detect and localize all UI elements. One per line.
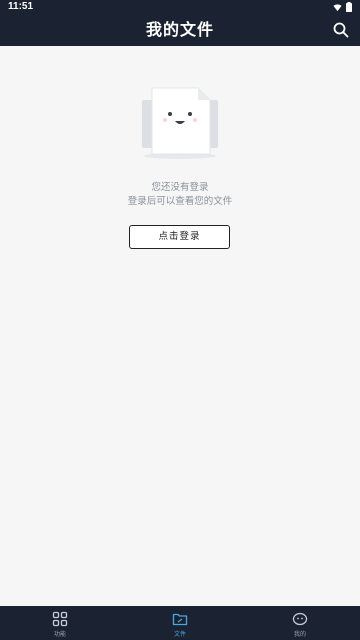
- battery-icon: [346, 2, 352, 12]
- grid-icon: [52, 611, 68, 627]
- wifi-icon: [333, 3, 342, 11]
- status-icons: [333, 2, 352, 12]
- app-bar: 我的文件: [0, 14, 360, 46]
- main-content: 您还没有登录 登录后可以查看您的文件 点击登录: [0, 46, 360, 606]
- status-bar: 11:51: [0, 0, 360, 14]
- profile-face-icon: [292, 612, 308, 626]
- empty-state-subtitle: 登录后可以查看您的文件: [127, 196, 233, 207]
- search-button[interactable]: [332, 21, 350, 39]
- status-time: 11:51: [8, 1, 34, 12]
- bottom-nav: 功能 文件 我的: [0, 606, 360, 640]
- smiling-document-illustration: [142, 87, 218, 159]
- empty-state-title: 您还没有登录: [151, 182, 209, 193]
- nav-label-mine: 我的: [293, 631, 306, 638]
- page-title: 我的文件: [145, 20, 214, 39]
- search-icon: [333, 22, 349, 38]
- login-button[interactable]: 点击登录: [129, 225, 230, 249]
- nav-item-features[interactable]: 功能: [0, 606, 120, 640]
- nav-label-features: 功能: [53, 631, 66, 638]
- nav-label-files: 文件: [173, 631, 186, 638]
- folder-icon: [172, 613, 188, 626]
- nav-item-mine[interactable]: 我的: [240, 606, 360, 640]
- nav-item-files[interactable]: 文件: [120, 606, 240, 640]
